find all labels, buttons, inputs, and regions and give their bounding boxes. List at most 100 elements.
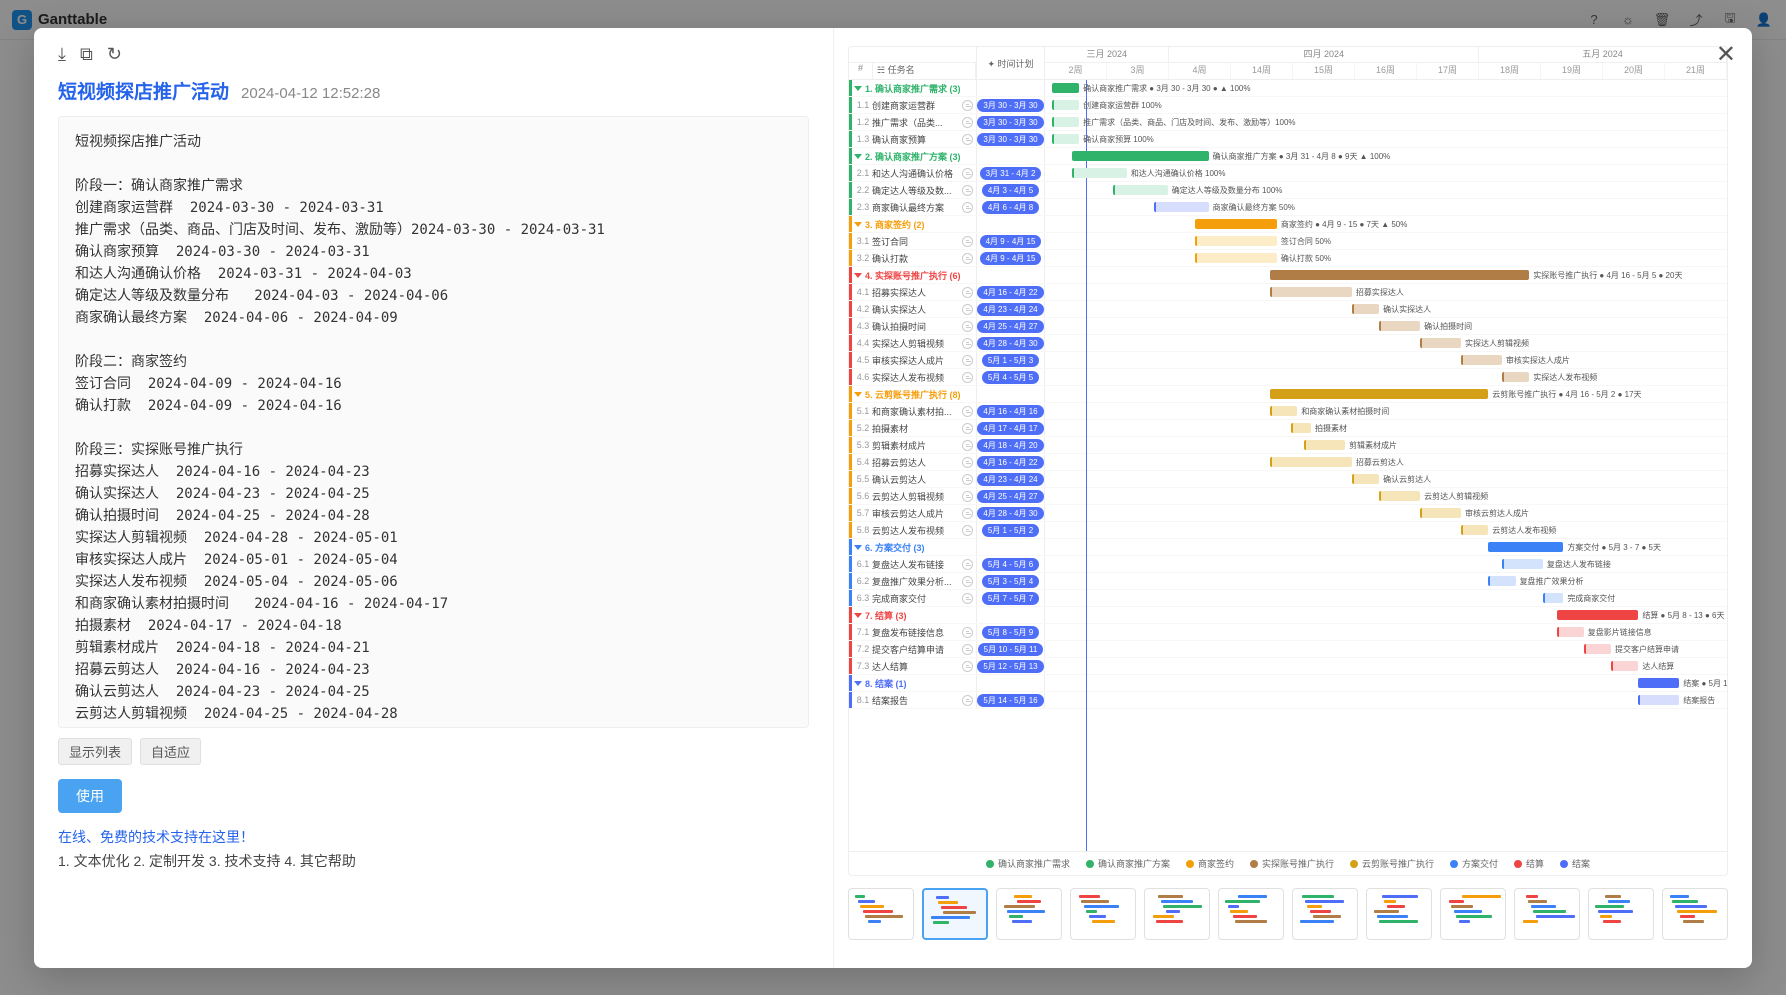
comment-icon[interactable] — [962, 593, 973, 604]
gantt-bar[interactable]: 结算 ● 5月 8 - 13 ● 6天 — [1557, 610, 1639, 620]
gantt-task-row[interactable]: 7.3达人结算5月 12 - 5月 13达人结算 — [849, 658, 1727, 675]
comment-icon[interactable] — [962, 236, 973, 247]
gantt-group-row[interactable]: 6. 方案交付 (3)方案交付 ● 5月 3 - 7 ● 5天 — [849, 539, 1727, 556]
template-thumb[interactable] — [1588, 888, 1654, 940]
gantt-group-row[interactable]: 7. 结算 (3)结算 ● 5月 8 - 13 ● 6天 — [849, 607, 1727, 624]
close-button[interactable]: ✕ — [1716, 40, 1736, 69]
download-icon[interactable]: ⤓ — [58, 44, 66, 65]
gantt-bar[interactable]: 实探达人剪辑视频 — [1420, 338, 1461, 348]
template-thumb[interactable] — [1144, 888, 1210, 940]
gantt-bar[interactable]: 审核实探达人成片 — [1461, 355, 1502, 365]
gantt-bar[interactable]: 和达人沟通确认价格 100% — [1072, 168, 1127, 178]
comment-icon[interactable] — [962, 474, 973, 485]
gantt-bar[interactable]: 结案报告 — [1638, 695, 1679, 705]
gantt-task-row[interactable]: 5.5确认云剪达人4月 23 - 4月 24确认云剪达人 — [849, 471, 1727, 488]
gantt-task-row[interactable]: 7.1复盘发布链接信息5月 8 - 5月 9复盘影片链接信息 — [849, 624, 1727, 641]
comment-icon[interactable] — [962, 117, 973, 128]
comment-icon[interactable] — [962, 695, 973, 706]
comment-icon[interactable] — [962, 253, 973, 264]
show-list-button[interactable]: 显示列表 — [58, 738, 132, 765]
template-thumb[interactable] — [1366, 888, 1432, 940]
gantt-task-row[interactable]: 8.1结案报告5月 14 - 5月 16结案报告 — [849, 692, 1727, 709]
gantt-bar[interactable]: 确认商家推广方案 ● 3月 31 - 4月 8 ● 9天 ▲ 100% — [1072, 151, 1208, 161]
comment-icon[interactable] — [962, 287, 973, 298]
gantt-group-row[interactable]: 5. 云剪账号推广执行 (8)云剪账号推广执行 ● 4月 16 - 5月 2 ●… — [849, 386, 1727, 403]
gantt-group-row[interactable]: 8. 结案 (1)结案 ● 5月 14 - 16 ● 3天 — [849, 675, 1727, 692]
gantt-task-row[interactable]: 1.1创建商家运营群3月 30 - 3月 30创建商家运营群 100% — [849, 97, 1727, 114]
gantt-task-row[interactable]: 2.2确定达人等级及数...4月 3 - 4月 5确定达人等级及数量分布 100… — [849, 182, 1727, 199]
comment-icon[interactable] — [962, 661, 973, 672]
comment-icon[interactable] — [962, 525, 973, 536]
comment-icon[interactable] — [962, 440, 973, 451]
gantt-bar[interactable]: 云剪达人剪辑视频 — [1379, 491, 1420, 501]
gantt-task-row[interactable]: 4.3确认拍摄时间4月 25 - 4月 27确认拍摄时间 — [849, 318, 1727, 335]
gantt-task-row[interactable]: 3.1签订合同4月 9 - 4月 15签订合同 50% — [849, 233, 1727, 250]
gantt-task-row[interactable]: 5.2拍摄素材4月 17 - 4月 17拍摄素材 — [849, 420, 1727, 437]
gantt-bar[interactable]: 创建商家运营群 100% — [1052, 100, 1079, 110]
gantt-bar[interactable]: 确认打款 50% — [1195, 253, 1277, 263]
comment-icon[interactable] — [962, 355, 973, 366]
gantt-task-row[interactable]: 4.5审核实探达人成片5月 1 - 5月 3审核实探达人成片 — [849, 352, 1727, 369]
template-thumb[interactable] — [1292, 888, 1358, 940]
gantt-bar[interactable]: 复盘推广效果分析 — [1488, 576, 1515, 586]
gantt-task-row[interactable]: 4.6实探达人发布视频5月 4 - 5月 5实探达人发布视频 — [849, 369, 1727, 386]
gantt-group-row[interactable]: 3. 商家签约 (2)商家签约 ● 4月 9 - 15 ● 7天 ▲ 50% — [849, 216, 1727, 233]
template-thumb[interactable] — [1070, 888, 1136, 940]
template-thumb[interactable] — [1662, 888, 1728, 940]
gantt-bar[interactable]: 拍摄素材 — [1291, 423, 1311, 433]
gantt-task-row[interactable]: 6.1复盘达人发布链接5月 4 - 5月 6复盘达人发布链接 — [849, 556, 1727, 573]
gantt-task-row[interactable]: 7.2提交客户结算申请5月 10 - 5月 11提交客户结算申请 — [849, 641, 1727, 658]
gantt-task-row[interactable]: 1.3确认商家预算3月 30 - 3月 30确认商家预算 100% — [849, 131, 1727, 148]
comment-icon[interactable] — [962, 134, 973, 145]
gantt-bar[interactable]: 招募云剪达人 — [1270, 457, 1352, 467]
gantt-bar[interactable]: 确认商家推广需求 ● 3月 30 - 3月 30 ● ▲ 100% — [1052, 83, 1079, 93]
gantt-group-row[interactable]: 2. 确认商家推广方案 (3)确认商家推广方案 ● 3月 31 - 4月 8 ●… — [849, 148, 1727, 165]
gantt-bar[interactable]: 提交客户结算申请 — [1584, 644, 1611, 654]
gantt-bar[interactable]: 复盘影片链接信息 — [1557, 627, 1584, 637]
comment-icon[interactable] — [962, 321, 973, 332]
template-thumb[interactable] — [1514, 888, 1580, 940]
gantt-bar[interactable]: 剪辑素材成片 — [1304, 440, 1345, 450]
template-thumb[interactable] — [1218, 888, 1284, 940]
gantt-bar[interactable]: 审核云剪达人成片 — [1420, 508, 1461, 518]
comment-icon[interactable] — [962, 338, 973, 349]
apply-button[interactable]: 使用 — [58, 779, 122, 813]
gantt-bar[interactable]: 云剪账号推广执行 ● 4月 16 - 5月 2 ● 17天 — [1270, 389, 1488, 399]
gantt-bar[interactable]: 推广需求（品类、商品、门店及时间、发布、激励等）100% — [1052, 117, 1079, 127]
auto-fit-button[interactable]: 自适应 — [140, 738, 201, 765]
gantt-task-row[interactable]: 6.3完成商家交付5月 7 - 5月 7完成商家交付 — [849, 590, 1727, 607]
gantt-bar[interactable]: 招募实探达人 — [1270, 287, 1352, 297]
template-thumb[interactable] — [1440, 888, 1506, 940]
gantt-body[interactable]: 1. 确认商家推广需求 (3)确认商家推广需求 ● 3月 30 - 3月 30 … — [849, 80, 1727, 851]
gantt-bar[interactable]: 和商家确认素材拍摄时间 — [1270, 406, 1297, 416]
comment-icon[interactable] — [962, 423, 973, 434]
gantt-task-row[interactable]: 4.4实探达人剪辑视频4月 28 - 4月 30实探达人剪辑视频 — [849, 335, 1727, 352]
copy-icon[interactable]: ⧉ — [80, 44, 93, 65]
gantt-bar[interactable]: 云剪达人发布视频 — [1461, 525, 1488, 535]
gantt-task-row[interactable]: 4.1招募实探达人4月 16 - 4月 22招募实探达人 — [849, 284, 1727, 301]
template-thumb[interactable] — [922, 888, 988, 940]
template-body-text[interactable]: 短视频探店推广活动 阶段一：确认商家推广需求 创建商家运营群 2024-03-3… — [58, 116, 809, 728]
gantt-bar[interactable]: 确定达人等级及数量分布 100% — [1113, 185, 1168, 195]
gantt-task-row[interactable]: 5.6云剪达人剪辑视频4月 25 - 4月 27云剪达人剪辑视频 — [849, 488, 1727, 505]
comment-icon[interactable] — [962, 372, 973, 383]
gantt-bar[interactable]: 结案 ● 5月 14 - 16 ● 3天 — [1638, 678, 1679, 688]
gantt-task-row[interactable]: 1.2推广需求（品类...3月 30 - 3月 30推广需求（品类、商品、门店及… — [849, 114, 1727, 131]
gantt-group-row[interactable]: 4. 实探账号推广执行 (6)实探账号推广执行 ● 4月 16 - 5月 5 ●… — [849, 267, 1727, 284]
gantt-bar[interactable]: 商家签约 ● 4月 9 - 15 ● 7天 ▲ 50% — [1195, 219, 1277, 229]
gantt-task-row[interactable]: 5.3剪辑素材成片4月 18 - 4月 20剪辑素材成片 — [849, 437, 1727, 454]
gantt-task-row[interactable]: 5.7审核云剪达人成片4月 28 - 4月 30审核云剪达人成片 — [849, 505, 1727, 522]
gantt-bar[interactable]: 达人结算 — [1611, 661, 1638, 671]
gantt-task-row[interactable]: 2.1和达人沟通确认价格3月 31 - 4月 2和达人沟通确认价格 100% — [849, 165, 1727, 182]
comment-icon[interactable] — [962, 627, 973, 638]
template-thumb[interactable] — [848, 888, 914, 940]
comment-icon[interactable] — [962, 304, 973, 315]
comment-icon[interactable] — [962, 508, 973, 519]
gantt-task-row[interactable]: 6.2复盘推广效果分析...5月 3 - 5月 4复盘推广效果分析 — [849, 573, 1727, 590]
comment-icon[interactable] — [962, 644, 973, 655]
comment-icon[interactable] — [962, 406, 973, 417]
comment-icon[interactable] — [962, 202, 973, 213]
comment-icon[interactable] — [962, 100, 973, 111]
gantt-bar[interactable]: 确认实探达人 — [1352, 304, 1379, 314]
comment-icon[interactable] — [962, 576, 973, 587]
